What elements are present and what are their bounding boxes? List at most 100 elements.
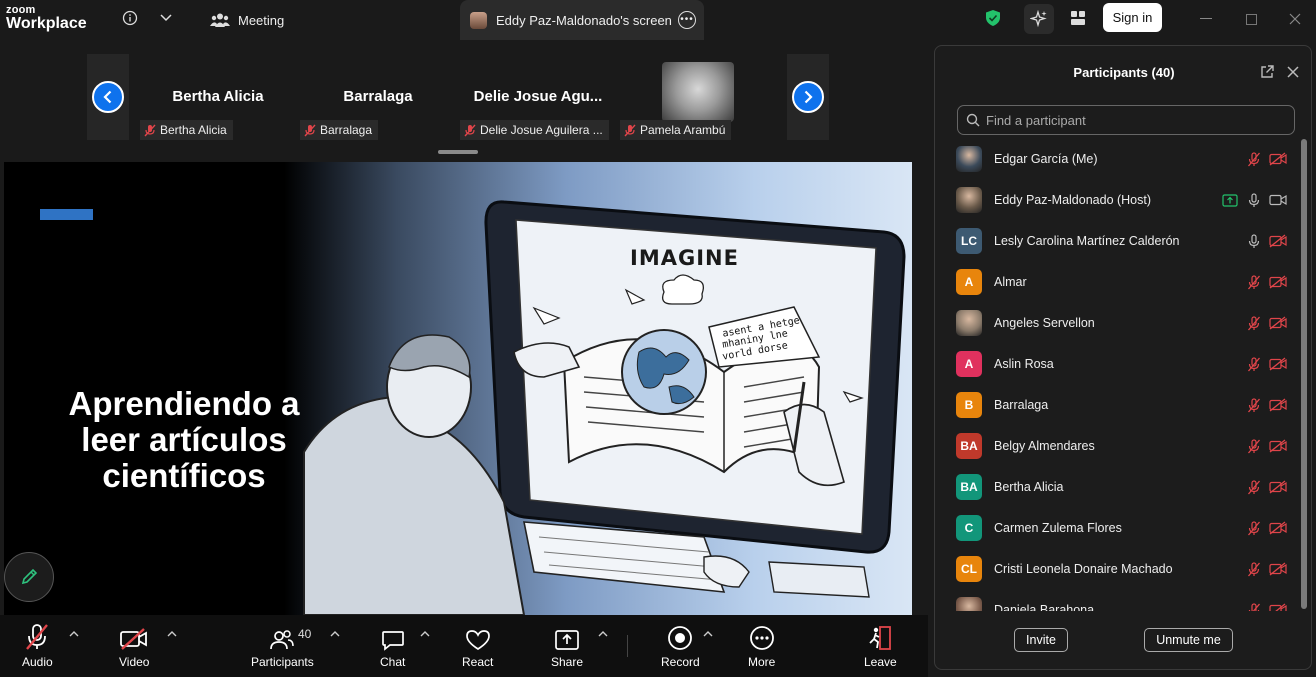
participants-options-caret-icon[interactable] <box>330 629 340 640</box>
participant-row[interactable]: Daniela Barahona <box>935 590 1307 611</box>
participant-list-scrollbar[interactable] <box>1301 139 1307 609</box>
participant-name: Edgar García (Me) <box>994 152 1098 166</box>
participant-row[interactable]: BA Belgy Almendares <box>935 426 1307 467</box>
participant-row[interactable]: Edgar García (Me) <box>935 139 1307 180</box>
react-button[interactable]: React <box>462 621 493 669</box>
video-off-icon <box>1269 315 1287 331</box>
participant-name: Angeles Servellon <box>994 316 1095 330</box>
video-tile[interactable]: Barralaga Barralaga <box>300 54 456 144</box>
invite-button[interactable]: Invite <box>1014 628 1068 652</box>
mic-muted-icon <box>624 124 636 136</box>
mic-muted-icon <box>144 124 156 136</box>
leave-label: Leave <box>864 655 897 669</box>
strip-resize-handle[interactable] <box>438 150 478 154</box>
tile-display-name: Barralaga <box>343 88 413 105</box>
close-window-icon[interactable] <box>1285 10 1305 28</box>
more-dots-icon <box>749 621 775 651</box>
participant-name: Bertha Alicia <box>994 480 1064 494</box>
participant-avatar: LC <box>956 228 982 254</box>
sharing-screen-icon <box>1221 192 1239 208</box>
chevron-down-icon[interactable] <box>156 8 176 28</box>
participant-row[interactable]: Eddy Paz-Maldonado (Host) <box>935 180 1307 221</box>
annotate-button[interactable] <box>4 552 54 602</box>
audio-button[interactable]: Audio <box>22 621 53 669</box>
video-tile[interactable]: Pamela Arambú <box>620 54 776 144</box>
mic-icon <box>1245 233 1263 249</box>
video-icon <box>1269 192 1287 208</box>
participant-avatar: B <box>956 392 982 418</box>
participant-avatar: BA <box>956 474 982 500</box>
participant-row[interactable]: A Aslin Rosa <box>935 344 1307 385</box>
close-panel-icon[interactable] <box>1285 64 1301 80</box>
strip-next-button[interactable] <box>792 81 824 113</box>
tile-display-name: Bertha Alicia <box>172 88 264 105</box>
share-screen-icon <box>554 621 580 651</box>
strip-prev-pane <box>87 54 129 140</box>
participant-avatar <box>956 187 982 213</box>
minimize-icon[interactable] <box>1196 10 1216 28</box>
record-button[interactable]: Record <box>661 621 700 669</box>
mic-muted-icon <box>1245 438 1263 454</box>
video-options-caret-icon[interactable] <box>167 629 177 640</box>
participant-row[interactable]: C Carmen Zulema Flores <box>935 508 1307 549</box>
tab-meeting[interactable]: Meeting <box>208 0 292 40</box>
chat-button[interactable]: Chat <box>380 621 405 669</box>
scrollbar-thumb[interactable] <box>1301 139 1307 609</box>
shield-icon[interactable] <box>983 8 1003 28</box>
participant-row[interactable]: A Almar <box>935 262 1307 303</box>
video-tile[interactable]: Bertha Alicia Bertha Alicia <box>140 54 296 144</box>
participant-avatar: A <box>956 351 982 377</box>
zoom-logo: zoom Workplace <box>6 5 87 32</box>
participant-row[interactable]: CL Cristi Leonela Donaire Machado <box>935 549 1307 590</box>
mic-muted-icon <box>1245 356 1263 372</box>
video-off-icon <box>1269 397 1287 413</box>
participant-row[interactable]: Angeles Servellon <box>935 303 1307 344</box>
participant-avatar: A <box>956 269 982 295</box>
record-options-caret-icon[interactable] <box>703 629 713 640</box>
leave-button[interactable]: Leave <box>864 621 897 669</box>
more-options-icon[interactable]: ••• <box>678 11 696 29</box>
audio-options-caret-icon[interactable] <box>69 629 79 640</box>
zoom-window: zoom Workplace Meeting Eddy Paz-Maldonad… <box>0 0 1316 677</box>
leave-door-icon <box>867 621 893 651</box>
tab-shared-screen[interactable]: Eddy Paz-Maldonado's screen ••• <box>460 0 704 40</box>
share-options-caret-icon[interactable] <box>598 629 608 640</box>
tile-name-label: Pamela Arambú <box>620 120 732 140</box>
video-off-icon <box>1269 274 1287 290</box>
participant-avatar: C <box>956 515 982 541</box>
participant-row[interactable]: B Barralaga <box>935 385 1307 426</box>
slide-title: Aprendiendo a leer artículos científicos <box>68 385 300 494</box>
sign-in-button[interactable]: Sign in <box>1103 3 1162 32</box>
strip-prev-button[interactable] <box>92 81 124 113</box>
video-off-icon <box>1269 151 1287 167</box>
info-icon[interactable] <box>120 8 140 28</box>
participant-name: Lesly Carolina Martínez Calderón <box>994 234 1180 248</box>
mic-muted-icon <box>1245 274 1263 290</box>
tile-name-label: Delie Josue Aguilera ... <box>460 120 609 140</box>
heart-icon <box>465 621 491 651</box>
video-button[interactable]: Video <box>119 621 149 669</box>
more-button[interactable]: More <box>748 621 775 669</box>
react-label: React <box>462 655 494 669</box>
apps-grid-icon[interactable] <box>1068 8 1088 28</box>
tab-shared-screen-label: Eddy Paz-Maldonado's screen <box>496 12 672 28</box>
participant-row[interactable]: LC Lesly Carolina Martínez Calderón <box>935 221 1307 262</box>
chat-options-caret-icon[interactable] <box>420 629 430 640</box>
shared-screen: IMAGINE asent a hetge mhaniny lne vorld … <box>4 162 912 615</box>
participant-search-input[interactable] <box>986 112 1286 128</box>
participant-row[interactable]: BA Bertha Alicia <box>935 467 1307 508</box>
tab-meeting-label: Meeting <box>238 12 285 28</box>
screen-word-imagine: IMAGINE <box>630 246 739 270</box>
share-button[interactable]: Share <box>551 621 583 669</box>
audio-label: Audio <box>22 655 53 669</box>
video-tile[interactable]: Delie Josue Agu... Delie Josue Aguilera … <box>460 54 616 144</box>
more-label: More <box>748 655 776 669</box>
unmute-me-button[interactable]: Unmute me <box>1144 628 1233 652</box>
pop-out-icon[interactable] <box>1259 64 1275 80</box>
video-off-icon <box>1269 602 1287 611</box>
maximize-icon[interactable] <box>1241 10 1261 28</box>
participant-name: Cristi Leonela Donaire Machado <box>994 562 1173 576</box>
ai-sparkle-icon[interactable] <box>1024 4 1054 34</box>
tile-label-text: Pamela Arambú <box>640 123 726 137</box>
share-label: Share <box>551 655 584 669</box>
